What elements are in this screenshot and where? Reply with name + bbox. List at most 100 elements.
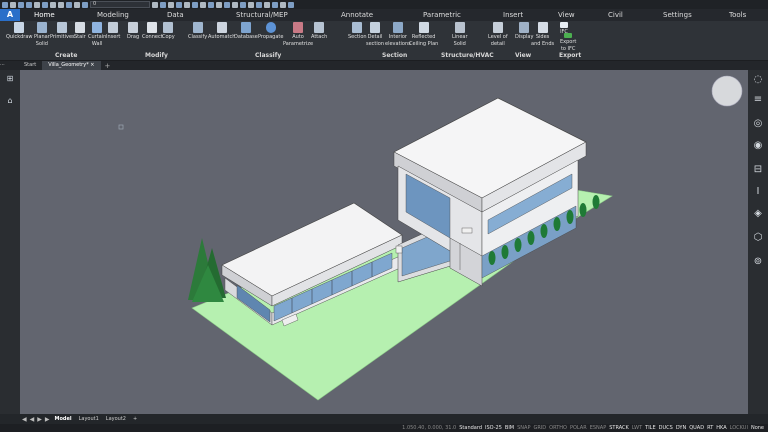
tool-icon[interactable] <box>264 1 270 8</box>
tool-icon[interactable] <box>280 1 286 8</box>
export-to-ifc-button[interactable]: Export to IFC <box>560 33 576 52</box>
doc-tabs-menu-icon[interactable]: ⋯ <box>0 61 18 70</box>
print-icon[interactable] <box>42 1 48 8</box>
new-tab-button[interactable]: + <box>101 62 115 70</box>
layout-tab-model[interactable]: Model <box>53 416 74 422</box>
redo-icon[interactable] <box>58 1 64 8</box>
sides-and-ends-button[interactable]: Sides and Ends <box>531 22 554 47</box>
tab-view[interactable]: View <box>558 11 575 19</box>
planar-solid-button[interactable]: Planar Solid <box>34 22 50 47</box>
layout-tab-layout1[interactable]: Layout1 <box>77 416 101 422</box>
doc-tab-start[interactable]: Start <box>18 61 42 70</box>
status-toggle[interactable]: 1.050.40, 0.000, 31.0 <box>402 425 456 431</box>
interior-elevations-button[interactable]: Interior elevations <box>385 22 411 47</box>
workspace-icon[interactable] <box>66 1 72 8</box>
bim-tips-icon[interactable]: ◎ <box>752 118 764 130</box>
status-toggle[interactable]: GRID <box>533 425 546 431</box>
automatch-button[interactable]: Automatch <box>208 22 235 40</box>
connect-button[interactable]: Connect <box>142 22 163 40</box>
tab-settings[interactable]: Settings <box>663 11 692 19</box>
open-file-icon[interactable] <box>18 1 24 8</box>
tool-icon[interactable] <box>224 1 230 8</box>
tool-icon[interactable] <box>248 1 254 8</box>
close-icon[interactable]: × <box>90 62 94 68</box>
layers-icon[interactable]: ◈ <box>752 208 764 220</box>
status-toggle[interactable]: LOCKUI <box>730 425 748 431</box>
propagate-button[interactable]: Propagate <box>258 22 283 40</box>
status-toggle[interactable]: SNAP <box>517 425 530 431</box>
first-layout-icon[interactable]: ◀ <box>22 416 27 423</box>
tab-modeling[interactable]: Modeling <box>97 11 129 19</box>
tool-icon[interactable] <box>240 1 246 8</box>
tool-icon[interactable] <box>152 1 158 8</box>
tool-icon[interactable] <box>200 1 206 8</box>
tab-home[interactable]: Home <box>34 11 55 19</box>
view-navigation-disc[interactable] <box>711 75 743 107</box>
tool-icon[interactable] <box>272 1 278 8</box>
section-button[interactable]: Section <box>348 22 367 40</box>
status-toggle[interactable]: ESNAP <box>590 425 607 431</box>
status-toggle[interactable]: DYN <box>676 425 686 431</box>
drag-button[interactable]: Drag <box>127 22 139 40</box>
status-toggle[interactable]: POLAR <box>570 425 587 431</box>
layout-tab-layout2[interactable]: Layout2 <box>104 416 128 422</box>
signal-icon[interactable]: ◉ <box>752 140 764 152</box>
layer-state-icon[interactable] <box>74 1 80 8</box>
structure-icon[interactable]: ⊟ <box>752 164 764 176</box>
tool-icon[interactable] <box>216 1 222 8</box>
add-layout-button[interactable]: + <box>131 416 139 422</box>
database-button[interactable]: Database <box>234 22 258 40</box>
save-icon[interactable] <box>26 1 32 8</box>
application-menu-button[interactable]: A <box>0 9 20 21</box>
properties-icon[interactable]: ≡ <box>752 94 764 106</box>
undo-icon[interactable] <box>50 1 56 8</box>
status-toggle[interactable]: LWT <box>632 425 642 431</box>
structure-panel-icon[interactable]: ⊞ <box>5 74 15 84</box>
model-viewport[interactable] <box>20 70 748 414</box>
status-toggle[interactable]: STRACK <box>609 425 629 431</box>
detail-section-button[interactable]: Detail section <box>366 22 384 47</box>
doc-tab-villa-geometry[interactable]: Villa_Geometry* × <box>42 61 101 70</box>
stair-button[interactable]: Stair <box>74 22 86 40</box>
home-icon[interactable]: ⌂ <box>5 96 15 106</box>
last-layout-icon[interactable]: ▶ <box>45 416 50 423</box>
tool-icon[interactable] <box>256 1 262 8</box>
tab-civil[interactable]: Civil <box>608 11 623 19</box>
layer-dropdown[interactable]: 0 <box>90 1 150 8</box>
profile-icon[interactable]: I <box>752 186 764 198</box>
tab-annotate[interactable]: Annotate <box>341 11 373 19</box>
status-toggle[interactable]: TILE <box>645 425 655 431</box>
attach-button[interactable]: Attach <box>311 22 327 40</box>
linear-solid-button[interactable]: Linear Solid <box>452 22 468 47</box>
tool-icon[interactable] <box>288 1 294 8</box>
classify-button[interactable]: Classify <box>188 22 207 40</box>
tool-icon[interactable] <box>184 1 190 8</box>
status-toggle[interactable]: BIM <box>505 425 514 431</box>
insert-button[interactable]: Insert <box>106 22 120 40</box>
layer-icon[interactable] <box>82 1 88 8</box>
tab-data[interactable]: Data <box>167 11 184 19</box>
curtain-wall-button[interactable]: Curtain Wall <box>88 22 106 47</box>
reflected-ceiling-plan-button[interactable]: Reflected Ceiling Plan <box>409 22 438 47</box>
tab-insert[interactable]: Insert <box>503 11 523 19</box>
tab-tools[interactable]: Tools <box>729 11 746 19</box>
status-toggle[interactable]: RT <box>707 425 713 431</box>
tool-icon[interactable] <box>160 1 166 8</box>
new-file-icon[interactable] <box>10 1 16 8</box>
cloud-icon[interactable]: ⊚ <box>752 256 764 268</box>
next-layout-icon[interactable]: ▶ <box>37 416 42 423</box>
tab-parametric[interactable]: Parametric <box>423 11 461 19</box>
tool-icon[interactable] <box>176 1 182 8</box>
tool-icon[interactable] <box>208 1 214 8</box>
primitives-button[interactable]: Primitives <box>50 22 75 40</box>
lightbulb-icon[interactable]: ◌ <box>752 74 764 86</box>
quickdraw-button[interactable]: Quickdraw <box>6 22 33 40</box>
status-toggle[interactable]: ISO-25 <box>485 425 502 431</box>
status-toggle[interactable]: QUAD <box>689 425 704 431</box>
level-of-detail-button[interactable]: Level of detail <box>488 22 508 47</box>
status-toggle[interactable]: HKA <box>716 425 726 431</box>
status-toggle[interactable]: Standard <box>459 425 482 431</box>
prev-layout-icon[interactable]: ◀ <box>30 416 35 423</box>
save-as-icon[interactable] <box>34 1 40 8</box>
app-logo-icon[interactable] <box>2 1 8 8</box>
